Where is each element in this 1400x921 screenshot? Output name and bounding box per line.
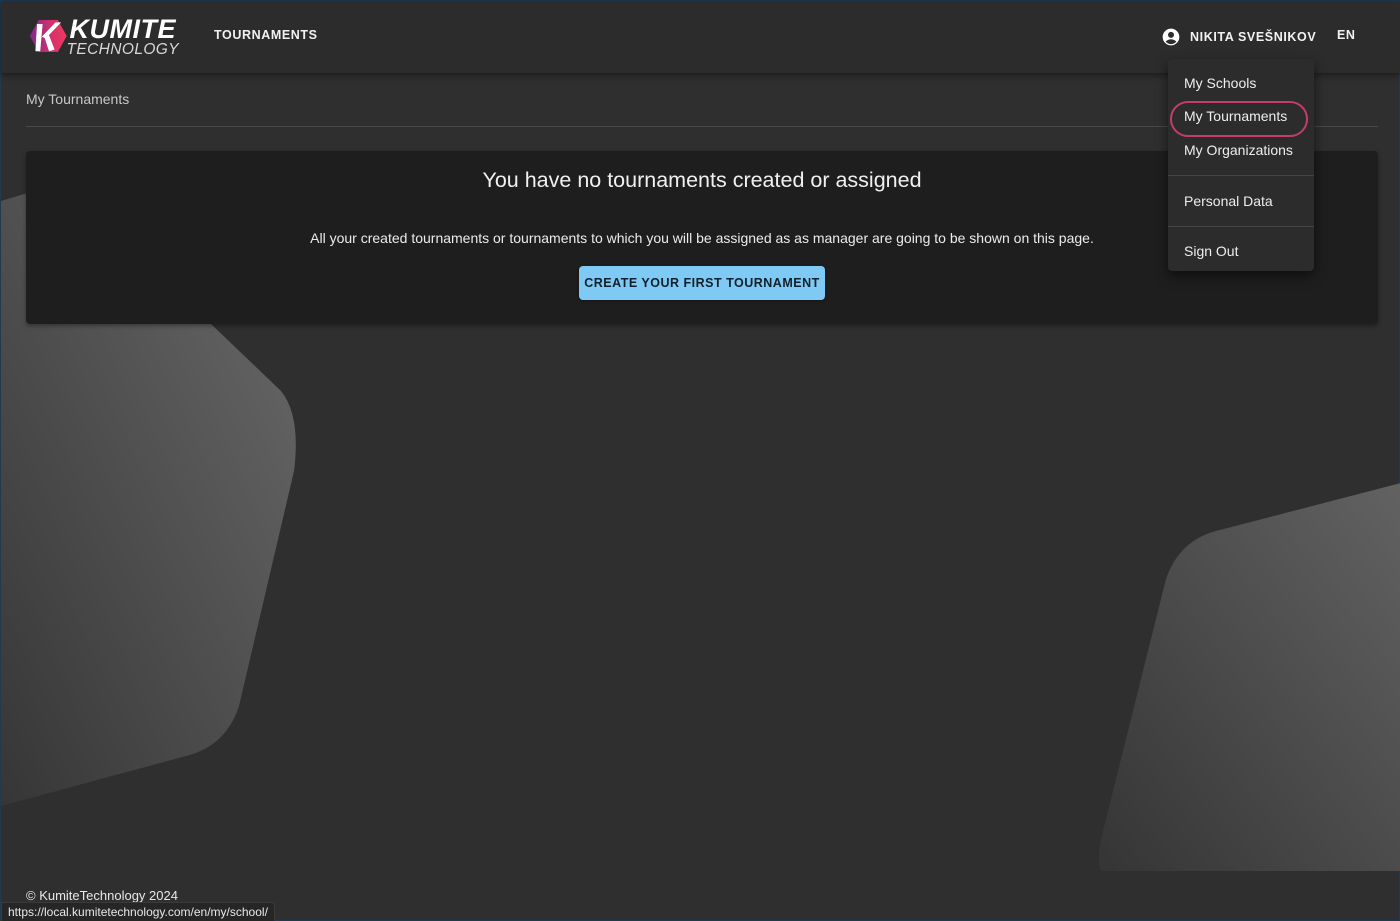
menu-divider [1168,225,1314,227]
menu-item-label: My Schools [1184,74,1257,91]
menu-item-my-organizations[interactable]: My Organizations [1168,133,1314,167]
status-bar-url: https://local.kumitetechnology.com/en/my… [1,902,275,921]
menu-item-my-tournaments[interactable]: My Tournaments [1168,100,1314,137]
user-name: NIKITA SVEŠNIKOV [1190,30,1317,44]
logo[interactable]: KUMITE TECHNOLOGY [29,13,179,59]
menu-item-sign-out[interactable]: Sign Out [1168,235,1314,269]
menu-item-personal-data[interactable]: Personal Data [1168,184,1314,218]
menu-divider [1168,174,1314,176]
menu-item-my-schools[interactable]: My Schools [1168,66,1314,100]
highlight-ring [1170,100,1308,137]
user-menu-button[interactable]: NIKITA SVEŠNIKOV [1161,26,1316,48]
kumite-logo-icon [29,19,67,53]
account-circle-icon [1162,28,1180,46]
page-title: My Tournaments [26,91,130,107]
menu-item-label: Sign Out [1184,243,1239,260]
nav-tournaments[interactable]: TOURNAMENTS [214,28,318,42]
menu-item-label: Personal Data [1184,192,1273,209]
language-selector[interactable]: EN [1337,28,1356,42]
menu-item-label: My Organizations [1184,141,1293,158]
user-dropdown-menu: My Schools My Tournaments My Organizatio… [1168,59,1314,271]
background-shape-right [1098,483,1400,871]
create-first-tournament-button[interactable]: CREATE YOUR FIRST TOURNAMENT [579,266,825,300]
footer-copyright: © KumiteTechnology 2024 [26,888,178,903]
logo-primary-text: KUMITE [69,13,176,44]
logo-secondary-text: TECHNOLOGY [66,40,179,58]
